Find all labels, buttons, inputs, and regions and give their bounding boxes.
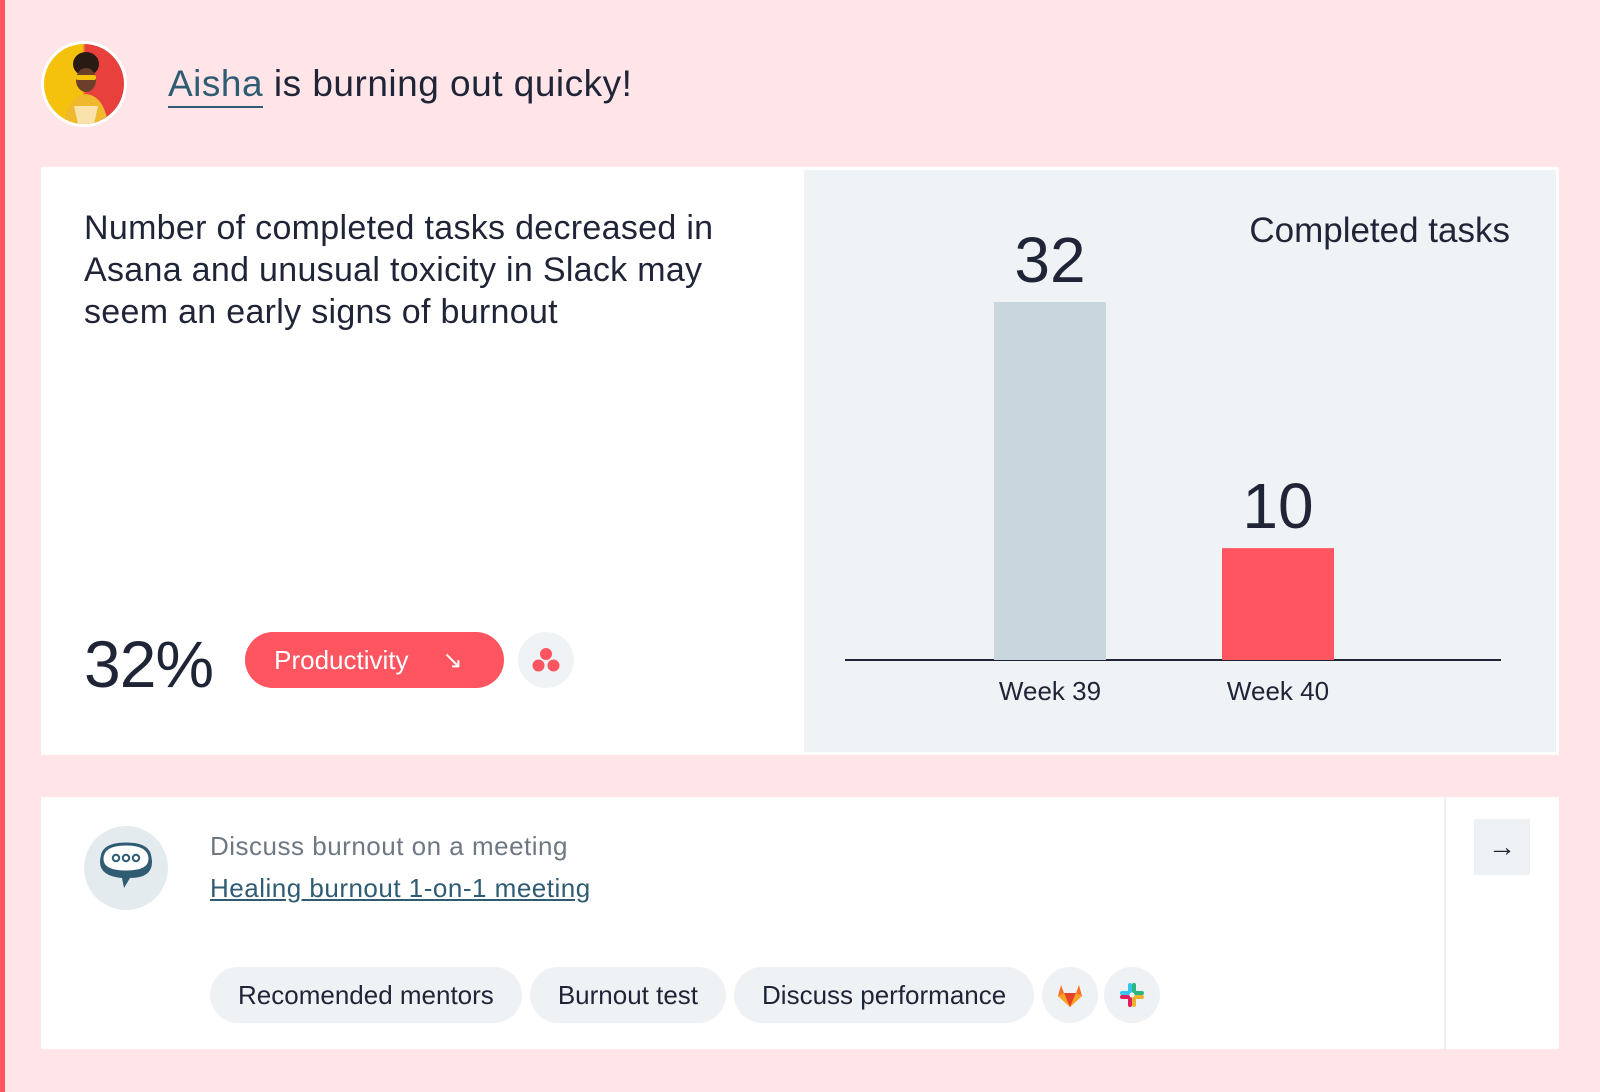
- bar-value-label: 10: [1242, 470, 1313, 542]
- avatar[interactable]: [41, 41, 127, 127]
- alert-headline: Aisha is burning out quicky!: [168, 63, 633, 108]
- next-arrow-button[interactable]: →: [1474, 819, 1530, 875]
- alert-message: is burning out quicky!: [263, 63, 633, 104]
- bar-value-label: 32: [1014, 224, 1085, 296]
- slack-icon[interactable]: [1104, 967, 1161, 1023]
- meeting-link[interactable]: Healing burnout 1-on-1 meeting: [210, 873, 591, 904]
- asana-icon[interactable]: [518, 632, 575, 688]
- bar-week-40: [1222, 548, 1334, 660]
- productivity-tag[interactable]: Productivity ↘: [245, 632, 505, 688]
- chip-burnout-test[interactable]: Burnout test: [529, 967, 727, 1023]
- chat-bubble-icon: [84, 826, 168, 910]
- chart-panel: 32 Week 39 10 Week 40 Completed tasks: [804, 170, 1556, 752]
- employee-name-link[interactable]: Aisha: [168, 63, 264, 108]
- insight-description: Number of completed tasks decreased in A…: [84, 209, 714, 331]
- bar-week-39: [994, 302, 1106, 660]
- action-label: Discuss burnout on a meeting: [210, 831, 568, 861]
- gitlab-icon[interactable]: [1042, 967, 1099, 1023]
- divider: [1444, 797, 1446, 1049]
- metric-value: 32%: [84, 627, 214, 701]
- trend-down-icon: ↘: [442, 646, 463, 674]
- chart-title: Completed tasks: [1249, 211, 1510, 250]
- alert-header: Aisha is burning out quicky!: [41, 41, 632, 127]
- productivity-tag-label: Productivity: [274, 644, 409, 675]
- insight-card: Number of completed tasks decreased in A…: [41, 167, 1559, 755]
- chip-discuss-performance[interactable]: Discuss performance: [734, 967, 1035, 1023]
- action-card: Discuss burnout on a meeting Healing bur…: [41, 797, 1559, 1049]
- metric-row: 32% Productivity ↘: [84, 630, 575, 697]
- x-tick-label: Week 39: [999, 676, 1101, 706]
- left-accent-rail: [0, 0, 5, 1092]
- suggestion-chips: Recomended mentors Burnout test Discuss …: [210, 967, 1166, 1023]
- chip-recommended-mentors[interactable]: Recomended mentors: [210, 967, 522, 1023]
- x-tick-label: Week 40: [1227, 676, 1329, 706]
- completed-tasks-chart: 32 Week 39 10 Week 40: [845, 224, 1501, 706]
